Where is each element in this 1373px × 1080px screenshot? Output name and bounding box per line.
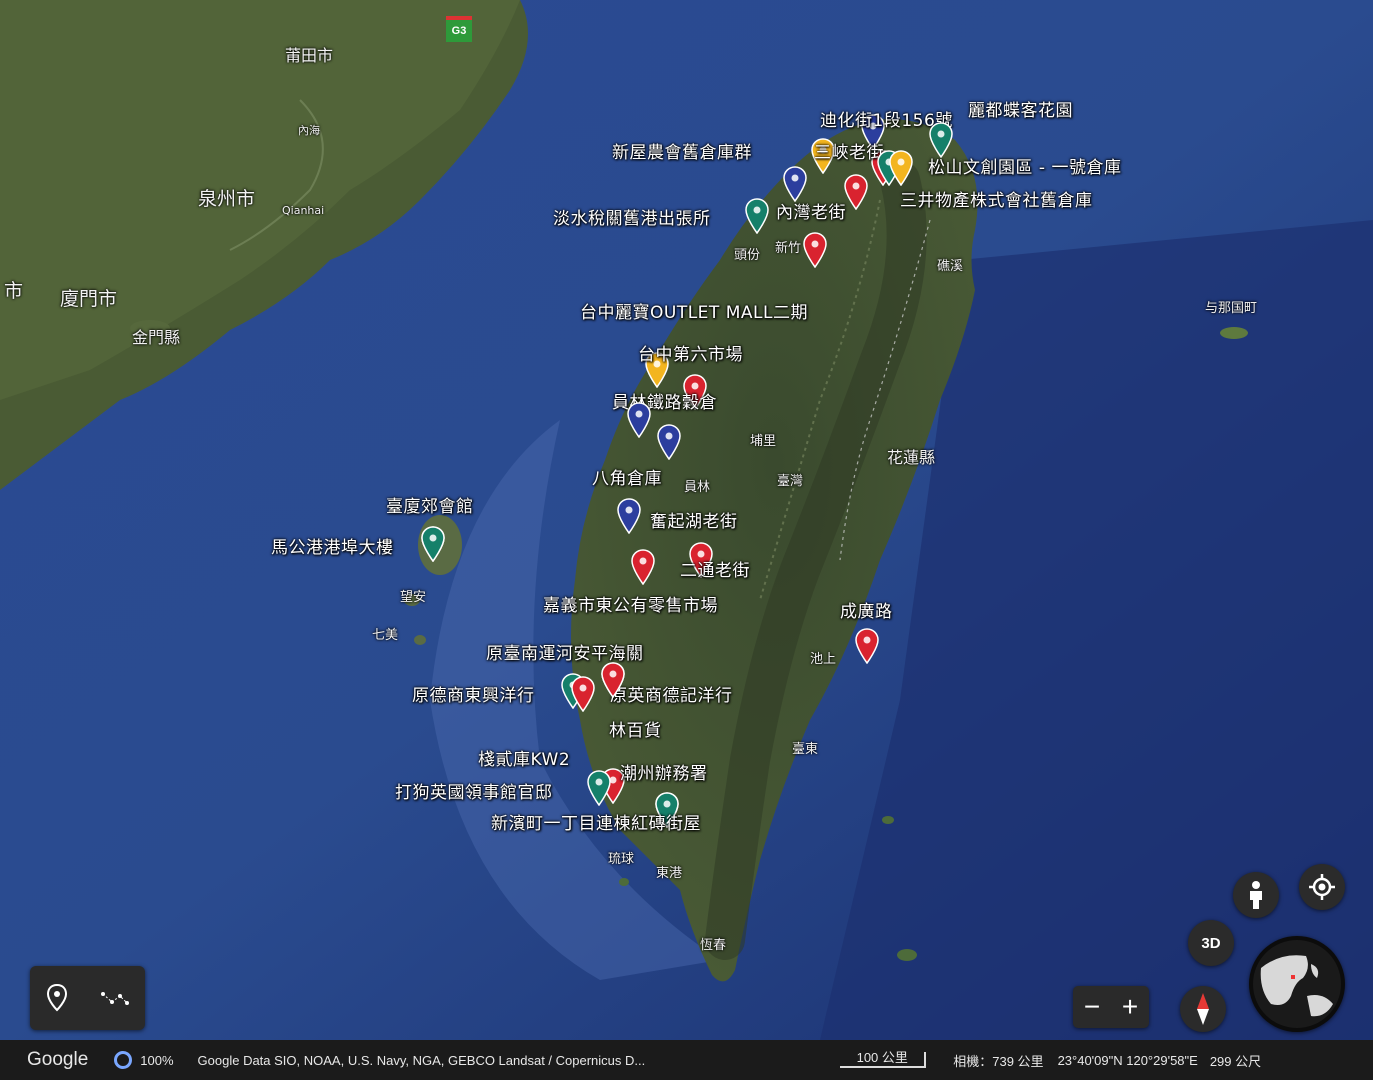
compass-button[interactable] xyxy=(1180,986,1226,1032)
map-marker[interactable] xyxy=(616,498,642,534)
place-label: 內海 xyxy=(298,124,320,137)
marker-label[interactable]: 原臺南運河安平海關 xyxy=(486,639,644,664)
compass-icon xyxy=(1197,993,1209,1025)
elevation: 299 公尺 xyxy=(1209,1053,1262,1069)
place-label: 東港 xyxy=(656,866,683,881)
marker-label[interactable]: 林百貨 xyxy=(609,716,662,741)
marker-label[interactable]: 打狗英國領事館官邸 xyxy=(395,778,553,803)
scale-bar: 100 公里 xyxy=(840,1051,927,1068)
marker-label[interactable]: 棧貳庫KW2 xyxy=(478,745,570,770)
place-label: 市 xyxy=(4,280,24,302)
load-percent: 100% xyxy=(140,1052,174,1068)
road-shield-icon: G3 xyxy=(446,16,472,42)
map-marker[interactable] xyxy=(802,232,828,268)
globe-icon xyxy=(1253,940,1341,1028)
pegman-button[interactable] xyxy=(1233,872,1279,918)
place-label: 廈門市 xyxy=(60,288,118,310)
coordinates: 23°40'09"N 120°29'58"E xyxy=(1057,1052,1198,1068)
map-marker[interactable] xyxy=(630,549,656,585)
place-label: 員林 xyxy=(684,480,711,495)
marker-label[interactable]: 二通老街 xyxy=(680,556,750,581)
marker-label[interactable]: 台中第六市場 xyxy=(638,340,743,365)
locate-icon xyxy=(1309,874,1335,900)
place-label: 頭份 xyxy=(734,248,761,263)
3d-label: 3D xyxy=(1201,934,1221,952)
map-marker[interactable] xyxy=(600,662,626,698)
zoom-out-button[interactable]: − xyxy=(1084,991,1100,1023)
place-label: 新竹 xyxy=(775,241,802,256)
3d-toggle-button[interactable]: 3D xyxy=(1188,920,1234,966)
tools-panel xyxy=(30,966,145,1030)
zoom-control: − + xyxy=(1073,986,1149,1028)
marker-label[interactable]: 淡水稅關舊港出張所 xyxy=(553,204,711,229)
google-logo: Google xyxy=(27,1049,89,1070)
placemark-tool-icon[interactable] xyxy=(45,983,69,1013)
place-label: 望安 xyxy=(400,590,427,605)
marker-label[interactable]: 三峽老街 xyxy=(814,138,884,163)
place-label: 七美 xyxy=(372,628,399,643)
place-label: 与那国町 xyxy=(1205,301,1258,316)
map-marker[interactable] xyxy=(586,770,612,806)
marker-label[interactable]: 原德商東興洋行 xyxy=(412,681,535,706)
map-marker[interactable] xyxy=(656,424,682,460)
map-marker[interactable] xyxy=(626,402,652,438)
place-label: 臺東 xyxy=(792,742,819,757)
camera-altitude: 相機：739 公里 xyxy=(953,1053,1044,1069)
marker-label[interactable]: 成廣路 xyxy=(840,597,893,622)
status-bar: Google 100% Google Data SIO, NOAA, U.S. … xyxy=(0,1040,1373,1080)
map-marker[interactable] xyxy=(888,150,914,186)
place-label: 花蓮縣 xyxy=(887,448,936,467)
marker-label[interactable]: 潮州辦務署 xyxy=(620,759,708,784)
place-label: 金門縣 xyxy=(132,328,181,347)
attribution-text[interactable]: Google Data SIO, NOAA, U.S. Navy, NGA, G… xyxy=(198,1053,646,1068)
place-label: 泉州市 xyxy=(198,188,256,210)
place-label: 琉球 xyxy=(608,852,635,867)
map-marker[interactable] xyxy=(843,174,869,210)
map-marker[interactable] xyxy=(420,526,446,562)
marker-label[interactable]: 新濱町一丁目連棟紅磚街屋 xyxy=(491,809,701,834)
satellite-map[interactable]: G3 莆田市 內海 泉州市 Qianhai 市 廈門市 金門縣 頭份 新竹 礁溪… xyxy=(0,0,1373,1040)
place-label: 臺灣 xyxy=(777,474,804,489)
globe-button[interactable] xyxy=(1249,936,1345,1032)
marker-label[interactable]: 奮起湖老街 xyxy=(650,507,738,532)
path-tool-icon[interactable] xyxy=(100,988,130,1008)
map-marker[interactable] xyxy=(854,628,880,664)
marker-label[interactable]: 八角倉庫 xyxy=(592,464,662,489)
marker-label[interactable]: 麗都蝶客花園 xyxy=(968,96,1073,121)
place-label: 埔里 xyxy=(750,434,777,449)
place-label: Qianhai xyxy=(282,204,325,217)
marker-label[interactable]: 馬公港港埠大樓 xyxy=(271,533,394,558)
map-marker[interactable] xyxy=(744,198,770,234)
marker-label[interactable]: 嘉義市東公有零售市場 xyxy=(543,591,718,616)
map-marker[interactable] xyxy=(782,166,808,202)
marker-label[interactable]: 台中麗寶OUTLET MALL二期 xyxy=(580,298,808,323)
marker-label[interactable]: 原英商德記洋行 xyxy=(610,681,733,706)
map-marker[interactable] xyxy=(570,676,596,712)
marker-label[interactable]: 三井物產株式會社舊倉庫 xyxy=(900,186,1093,211)
zoom-in-button[interactable]: + xyxy=(1122,991,1138,1023)
place-label: 莆田市 xyxy=(285,46,334,65)
marker-label[interactable]: 松山文創園區 - 一號倉庫 xyxy=(928,153,1121,178)
marker-label[interactable]: 臺廈郊會館 xyxy=(386,492,474,517)
pegman-icon xyxy=(1250,881,1262,909)
place-label: 礁溪 xyxy=(937,259,964,274)
load-indicator-icon xyxy=(114,1051,133,1069)
marker-label[interactable]: 新屋農會舊倉庫群 xyxy=(612,138,752,163)
marker-label[interactable]: 內灣老街 xyxy=(776,198,846,223)
my-location-button[interactable] xyxy=(1299,864,1345,910)
place-label: 恆春 xyxy=(700,938,727,953)
place-label: 池上 xyxy=(810,652,837,667)
